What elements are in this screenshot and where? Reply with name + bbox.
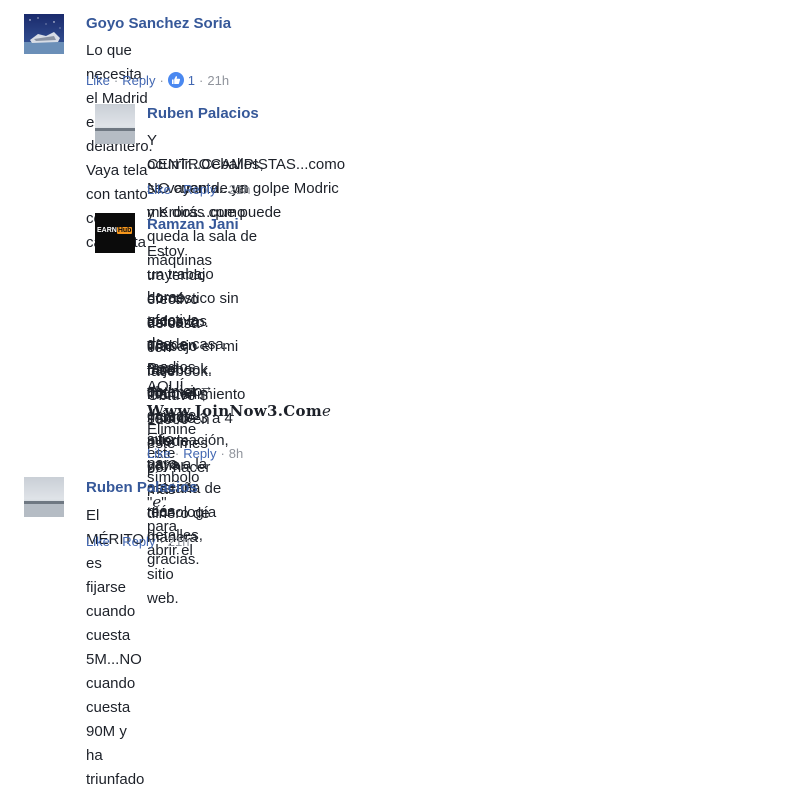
separator: · — [220, 182, 225, 197]
avatar-image — [24, 14, 64, 54]
avatar[interactable] — [24, 477, 64, 517]
avatar[interactable]: EARNHub — [95, 213, 135, 253]
like-link[interactable]: Like — [86, 73, 110, 88]
separator: · — [199, 72, 204, 88]
like-link[interactable]: Like — [86, 534, 110, 549]
timestamp[interactable]: 21h — [168, 534, 190, 549]
reaction-count[interactable]: 1 — [188, 73, 195, 88]
avatar[interactable] — [24, 14, 64, 54]
spam-link-line: AQUÍ→→ Www.JoinNow3.Come — [147, 375, 331, 424]
spam-url-symbol: e — [322, 402, 331, 420]
comment-actions: Like · Reply · 21h — [147, 182, 251, 197]
timestamp[interactable]: 8h — [229, 446, 243, 461]
comment-actions: Like · Reply · 8h — [147, 446, 243, 461]
avatar-image — [95, 104, 135, 144]
avatar-image — [24, 477, 64, 517]
comment-actions: Like · Reply · 21h — [86, 534, 190, 549]
reply-link[interactable]: Reply — [183, 446, 216, 461]
avatar-logo: EARNHub — [97, 227, 133, 234]
thumbs-up-icon[interactable] — [167, 72, 184, 88]
timestamp[interactable]: 21h — [207, 73, 229, 88]
separator: · — [159, 534, 164, 549]
avatar-logo-hub: Hub — [116, 227, 133, 234]
like-link[interactable]: Like — [147, 182, 171, 197]
timestamp[interactable]: 21h — [229, 182, 251, 197]
separator: · — [113, 534, 119, 549]
comment-actions: Like · Reply · 1 · 21h — [86, 72, 229, 88]
separator: · — [159, 72, 164, 88]
avatar[interactable] — [95, 104, 135, 144]
separator: · — [113, 72, 119, 88]
aqui-prefix: AQUÍ→→ — [147, 378, 214, 395]
commenter-name[interactable]: Ruben Palacios — [86, 479, 198, 496]
reply-link[interactable]: Reply — [183, 182, 216, 197]
commenter-name[interactable]: Goyo Sanchez Soria — [86, 15, 231, 32]
reply-link[interactable]: Reply — [122, 534, 155, 549]
separator: · — [174, 446, 180, 461]
commenter-name[interactable]: Ruben Palacios — [147, 105, 259, 122]
like-link[interactable]: Like — [147, 446, 171, 461]
separator: · — [174, 182, 180, 197]
commenter-name[interactable]: Ramzan Jani — [147, 216, 239, 233]
reply-link[interactable]: Reply — [122, 73, 155, 88]
avatar-logo-earn: EARN — [97, 227, 117, 234]
separator: · — [220, 446, 225, 461]
